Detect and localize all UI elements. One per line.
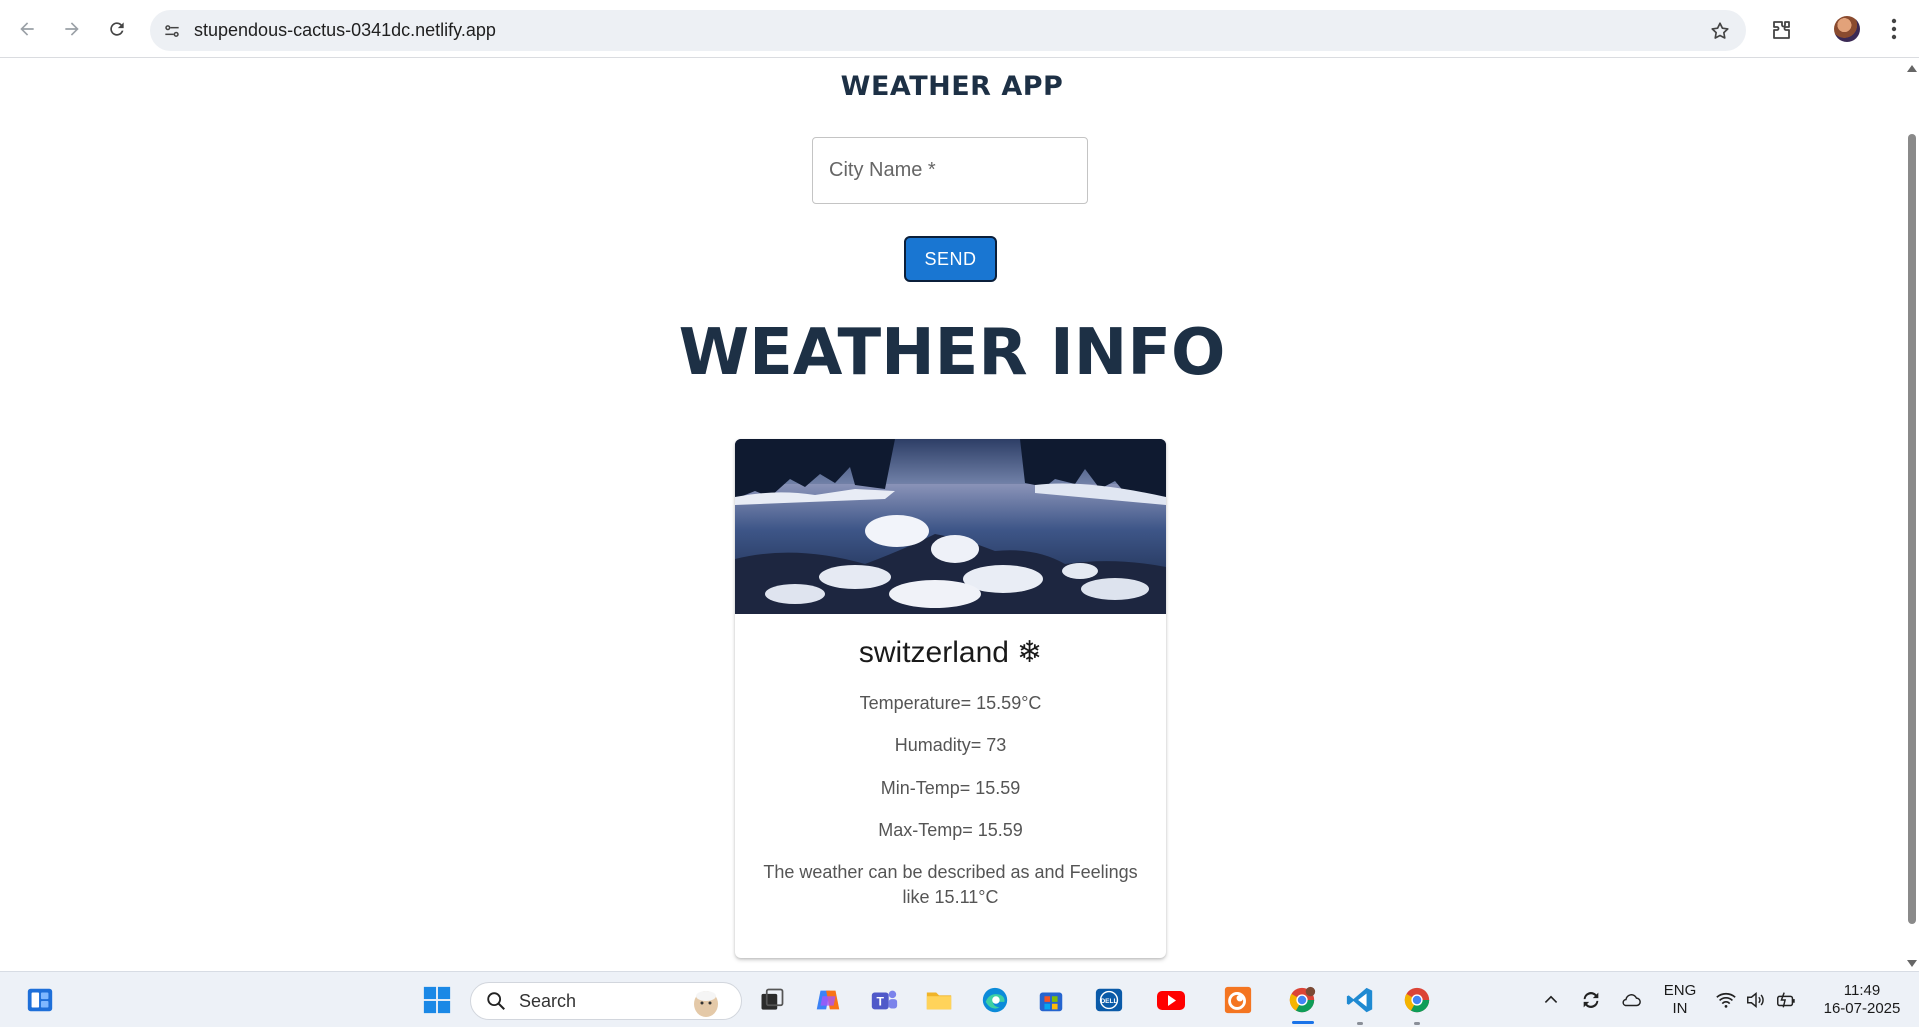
teams-icon[interactable]: T bbox=[868, 984, 900, 1016]
widgets-icon[interactable] bbox=[24, 984, 56, 1016]
winter-lake-image bbox=[735, 439, 1166, 614]
clock[interactable]: 11:49 16-07-2025 bbox=[1812, 982, 1912, 1018]
start-icon[interactable] bbox=[421, 984, 453, 1016]
send-button[interactable]: SEND bbox=[904, 236, 997, 282]
bookmark-star-icon[interactable] bbox=[1708, 19, 1732, 43]
reload-icon bbox=[110, 22, 124, 36]
min-temp-text: Min-Temp= 15.59 bbox=[880, 778, 1021, 798]
weather-info-heading: WEATHER INFO bbox=[678, 316, 1226, 390]
clock-date: 16-07-2025 bbox=[1823, 1000, 1901, 1017]
windows-taskbar: Search T DELL ENG IN 11:49 16-07-2025 bbox=[0, 971, 1919, 1027]
clock-time: 11:49 bbox=[1843, 982, 1881, 999]
temperature-text: Temperature= 15.59°C bbox=[859, 693, 1042, 713]
chevron-up-icon[interactable] bbox=[1538, 984, 1564, 1016]
app-title: WEATHER APP bbox=[840, 71, 1064, 102]
page-content: WEATHER APP SEND WEATHER INFO bbox=[0, 59, 1904, 971]
store-icon[interactable] bbox=[1035, 984, 1067, 1016]
city-title: switzerland ❄ bbox=[735, 635, 1166, 670]
city-name: switzerland bbox=[858, 636, 1009, 669]
crunchyroll-icon[interactable] bbox=[1222, 984, 1254, 1016]
region-label: IN bbox=[1672, 1000, 1688, 1017]
volume-icon[interactable] bbox=[1742, 984, 1770, 1016]
chrome-icon[interactable] bbox=[1401, 984, 1433, 1016]
chrome-icon[interactable] bbox=[1286, 984, 1318, 1016]
snowflake-icon: ❄ bbox=[1016, 636, 1043, 669]
taskbar-search[interactable]: Search bbox=[470, 982, 742, 1020]
weather-card: switzerland ❄ Temperature= 15.59°C Humadi… bbox=[735, 439, 1166, 958]
scrollbar-thumb[interactable] bbox=[1908, 134, 1916, 924]
dell-icon[interactable]: DELL bbox=[1093, 984, 1125, 1016]
scroll-down-icon[interactable] bbox=[1907, 960, 1917, 967]
wifi-icon[interactable] bbox=[1712, 984, 1740, 1016]
max-temp-text: Max-Temp= 15.59 bbox=[878, 820, 1023, 840]
browser-toolbar: stupendous-cactus-0341dc.netlify.app bbox=[0, 0, 1919, 58]
battery-icon[interactable] bbox=[1772, 984, 1800, 1016]
youtube-icon[interactable] bbox=[1155, 984, 1187, 1016]
language-label: ENG bbox=[1663, 982, 1697, 999]
url-text[interactable]: stupendous-cactus-0341dc.netlify.app bbox=[194, 20, 496, 41]
forward-button[interactable] bbox=[55, 12, 89, 46]
sync-icon[interactable] bbox=[1576, 984, 1606, 1016]
edge-icon[interactable] bbox=[979, 984, 1011, 1016]
svg-text:DELL: DELL bbox=[1100, 998, 1117, 1005]
scroll-up-icon[interactable] bbox=[1907, 65, 1917, 72]
city-name-field[interactable] bbox=[812, 137, 1088, 204]
onedrive-cloud-icon[interactable] bbox=[1616, 984, 1646, 1016]
file-explorer-icon[interactable] bbox=[923, 984, 955, 1016]
site-info-icon[interactable] bbox=[160, 19, 184, 43]
search-icon bbox=[487, 992, 505, 1010]
svg-text:T: T bbox=[877, 995, 885, 1009]
language-indicator[interactable]: ENG IN bbox=[1660, 982, 1700, 1018]
running-indicator bbox=[1414, 1022, 1420, 1025]
humidity-text: Humadity= 73 bbox=[894, 735, 1007, 755]
extensions-icon[interactable] bbox=[1765, 15, 1797, 45]
kebab-menu-icon[interactable] bbox=[1884, 16, 1904, 42]
search-label: Search bbox=[519, 990, 577, 1011]
city-name-input[interactable] bbox=[813, 138, 1087, 203]
task-view-icon[interactable] bbox=[756, 984, 788, 1016]
profile-avatar[interactable] bbox=[1834, 16, 1860, 42]
address-bar[interactable]: stupendous-cactus-0341dc.netlify.app bbox=[150, 10, 1746, 51]
active-app-indicator bbox=[1292, 1021, 1314, 1024]
copilot-icon[interactable] bbox=[812, 984, 844, 1016]
running-indicator bbox=[1357, 1022, 1363, 1025]
search-highlight-icon bbox=[694, 991, 718, 1017]
vscode-icon[interactable] bbox=[1344, 984, 1376, 1016]
arrow-right-icon bbox=[65, 22, 79, 36]
back-button[interactable] bbox=[10, 12, 44, 46]
page-scrollbar[interactable] bbox=[1904, 59, 1919, 971]
arrow-left-icon bbox=[20, 22, 34, 36]
weather-description: The weather can be described as and Feel… bbox=[763, 862, 1138, 907]
reload-button[interactable] bbox=[100, 12, 134, 46]
